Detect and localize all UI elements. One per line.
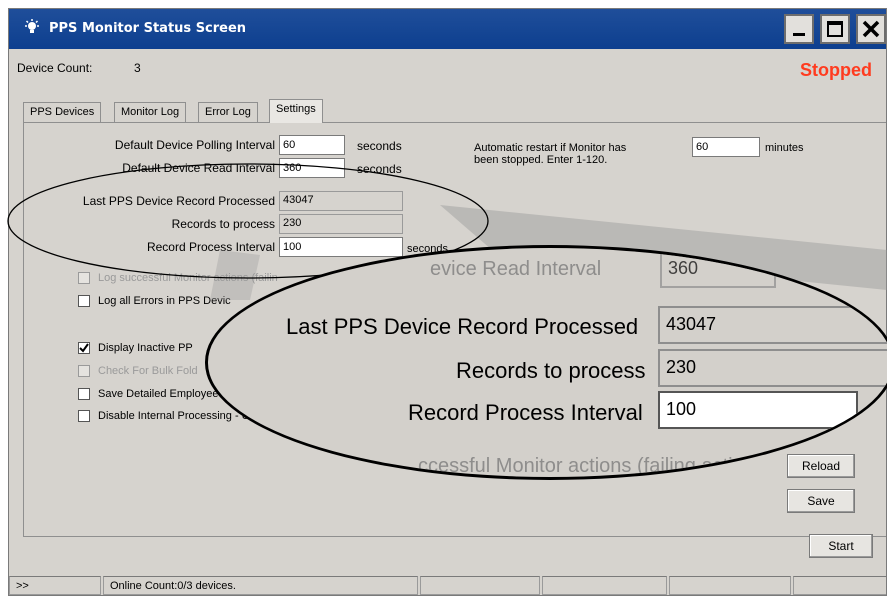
lightbulb-icon [25, 19, 39, 33]
tab-monitor-log[interactable]: Monitor Log [114, 102, 187, 122]
tab-error-log[interactable]: Error Log [198, 102, 258, 122]
window-title: PPS Monitor Status Screen [49, 21, 247, 36]
title-bar[interactable]: PPS Monitor Status Screen [9, 9, 886, 49]
zoom-ghost-read-value: 360 [660, 250, 776, 288]
checkbox-label: Display Inactive PP [98, 341, 193, 354]
magnifier-lens: evice Read Interval 360 sec Last PPS Dev… [205, 245, 887, 480]
polling-interval-unit: seconds [357, 139, 402, 153]
checkbox-box[interactable] [78, 294, 90, 307]
zoom-ghost-read-unit: sec [793, 258, 825, 280]
checkbox-display-inactive[interactable]: Display Inactive PP [78, 340, 193, 356]
checkbox-save-detailed[interactable]: Save Detailed Employee [78, 386, 218, 402]
status-bar-cell [793, 576, 886, 595]
zoom-last-record-label: Last PPS Device Record Processed [286, 314, 639, 339]
status-bar-cell: >> [9, 576, 101, 595]
checkbox-log-all-errors[interactable]: Log all Errors in PPS Devic [78, 293, 231, 309]
close-button[interactable] [856, 14, 886, 44]
maximize-button[interactable] [820, 14, 850, 44]
zoom-record-interval-label: Record Process Interval [408, 400, 643, 425]
checkbox-label: Log all Errors in PPS Devic [98, 294, 231, 307]
restart-minutes-input[interactable] [692, 137, 760, 157]
status-bar-cell [542, 576, 667, 595]
last-record-label: Last PPS Device Record Processed [82, 194, 275, 208]
zoom-last-record-value: 43047 [658, 306, 887, 344]
device-count-label: Device Count: [17, 61, 93, 75]
monitor-status: Stopped [800, 60, 872, 80]
zoom-records-to-process-value: 230 [658, 349, 887, 387]
zoom-ghost-log-successful: ccessful Monitor actions (failing acti [418, 455, 733, 477]
maximize-icon [827, 21, 843, 37]
minimize-icon [793, 33, 805, 36]
read-interval-input[interactable] [279, 158, 345, 178]
checkbox-box[interactable] [78, 341, 90, 354]
restart-text-line2: been stopped. Enter 1-120. [474, 154, 608, 166]
checkbox-box[interactable] [78, 271, 90, 284]
checkbox-label: Log successful Monitor actions (failin [98, 271, 278, 284]
tab-pps-devices[interactable]: PPS Devices [23, 102, 102, 122]
zoom-record-interval-unit: sec [863, 406, 887, 426]
read-interval-label: Default Device Read Interval [122, 161, 275, 175]
status-bar-online-count: Online Count:0/3 devices. [103, 576, 418, 595]
status-bar-cell [669, 576, 791, 595]
device-count-value: 3 [134, 61, 141, 75]
record-interval-input[interactable] [279, 237, 403, 257]
reload-button[interactable]: Reload [787, 454, 855, 478]
checkbox-box[interactable] [78, 364, 90, 377]
last-record-value: 43047 [279, 191, 403, 211]
checkbox-label: Check For Bulk Fold [98, 364, 198, 377]
read-interval-unit: seconds [357, 162, 402, 176]
polling-interval-input[interactable] [279, 135, 345, 155]
checkbox-log-successful[interactable]: Log successful Monitor actions (failin [78, 270, 278, 286]
save-button[interactable]: Save [787, 489, 855, 513]
start-button[interactable]: Start [809, 534, 873, 558]
restart-minutes-unit: minutes [765, 142, 804, 154]
status-bar-cell [420, 576, 540, 595]
record-interval-label: Record Process Interval [146, 240, 275, 254]
records-to-process-label: Records to process [171, 217, 275, 231]
status-bar: >> Online Count:0/3 devices. [9, 574, 886, 595]
zoom-ghost-read-interval: evice Read Interval [430, 258, 602, 280]
checkbox-bulk-folder[interactable]: Check For Bulk Fold [78, 363, 198, 379]
checkmark-icon [79, 343, 89, 353]
zoom-record-interval-value: 100 [658, 391, 858, 429]
checkbox-box[interactable] [78, 387, 90, 400]
tab-settings[interactable]: Settings [269, 99, 323, 123]
close-icon [862, 20, 880, 38]
zoom-records-to-process-label: Records to process [456, 358, 646, 383]
minimize-button[interactable] [784, 14, 814, 44]
checkbox-label: Save Detailed Employee [98, 387, 219, 400]
checkbox-box[interactable] [78, 409, 90, 422]
restart-text-line1: Automatic restart if Monitor has [474, 142, 627, 154]
polling-interval-label: Default Device Polling Interval [114, 138, 275, 152]
records-to-process-value: 230 [279, 214, 403, 234]
header-strip: Device Count: 3 Stopped [9, 49, 886, 95]
